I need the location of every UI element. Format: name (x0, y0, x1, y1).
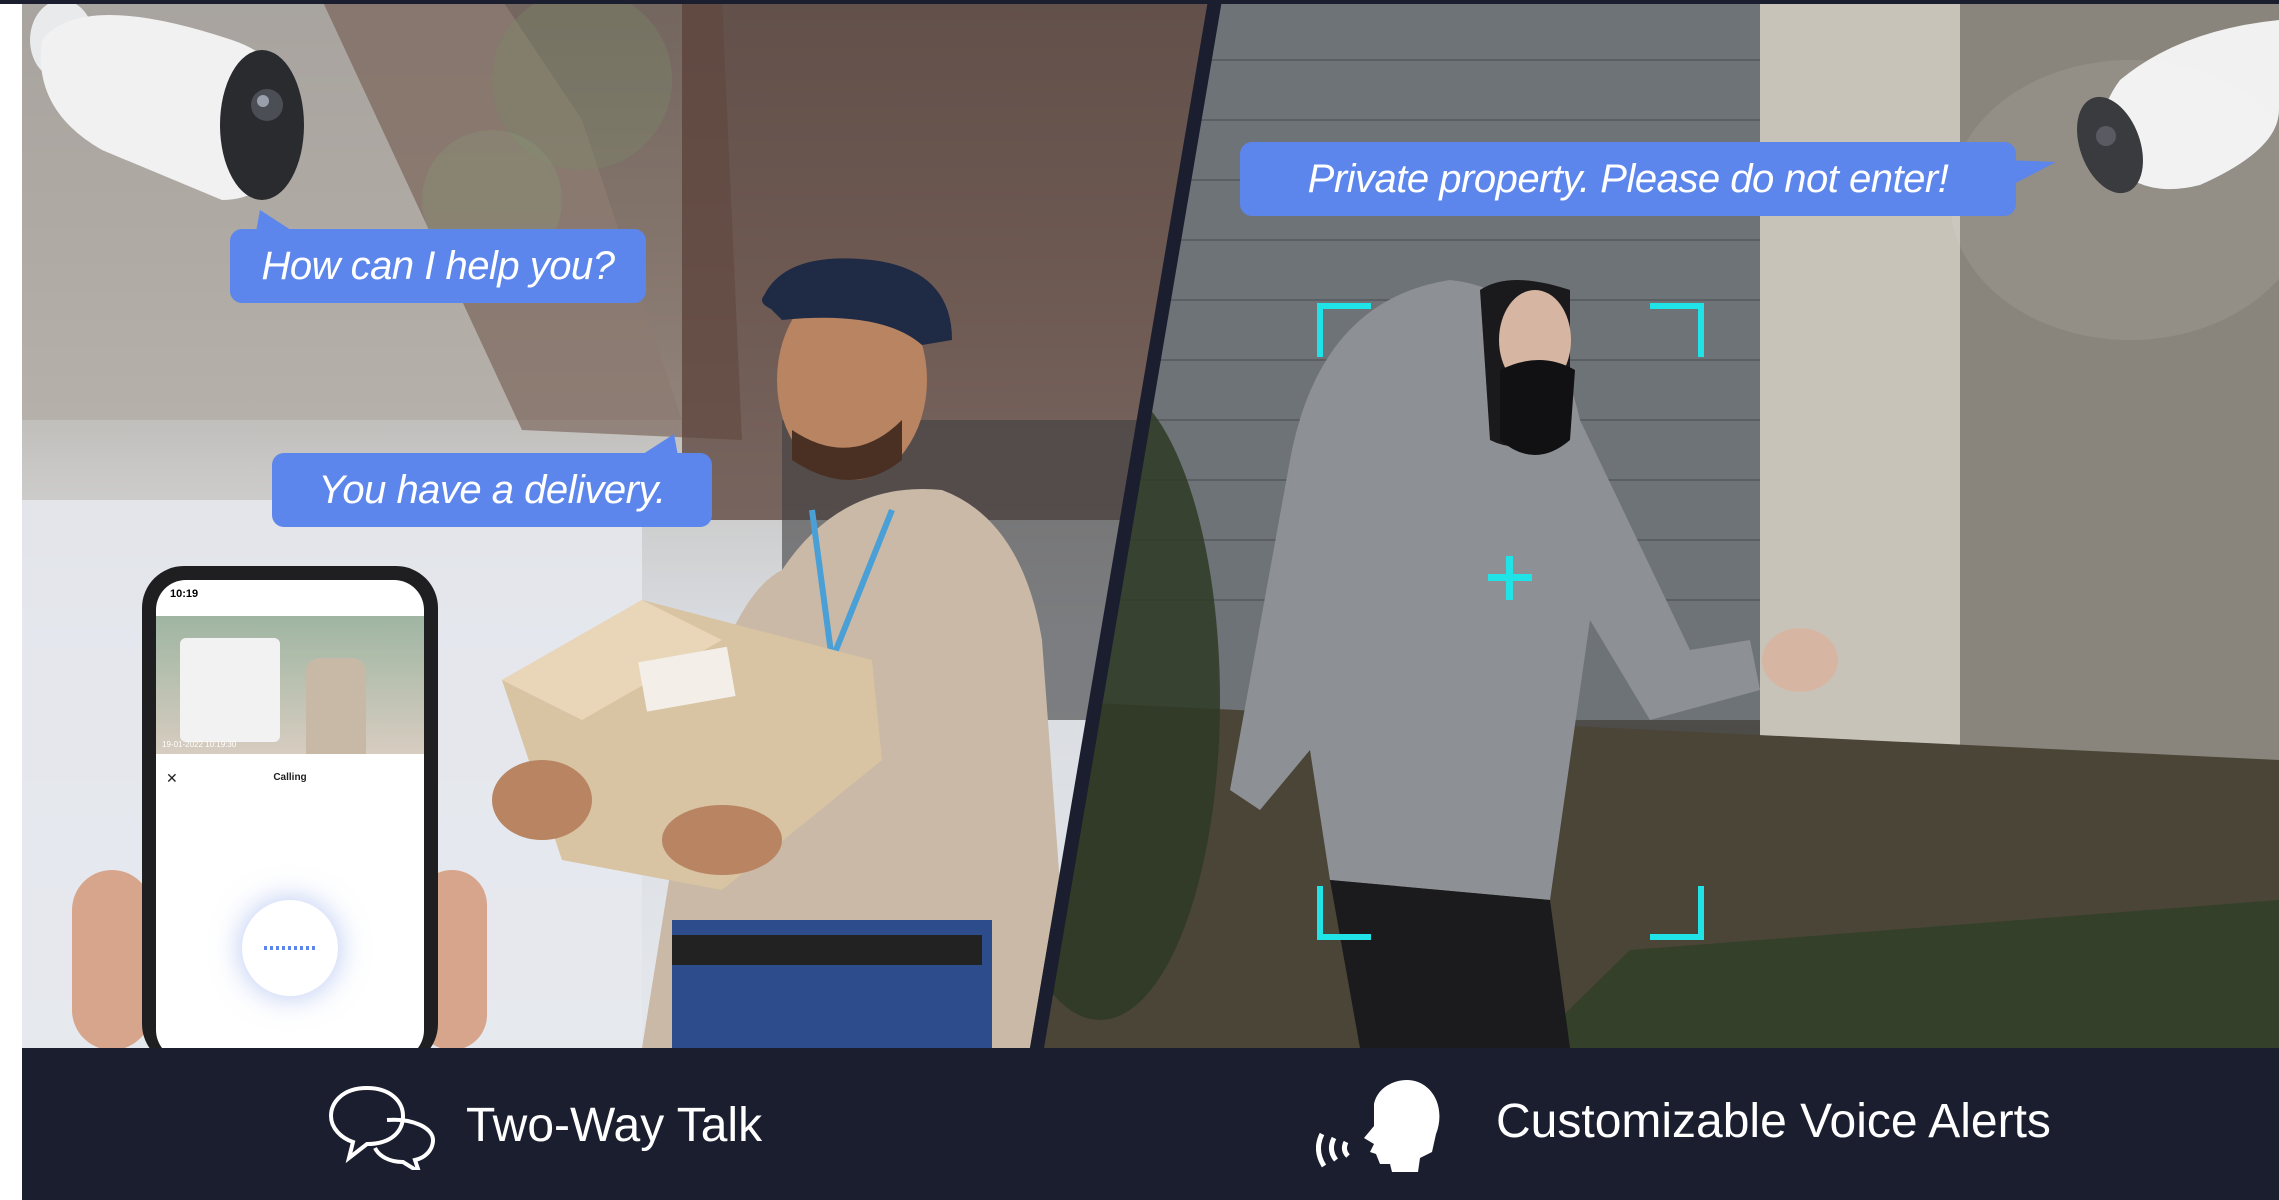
bubble-alert-tail (2006, 160, 2056, 188)
phone-time: 10:19 (170, 588, 199, 600)
bubble-delivery-text: You have a delivery. (318, 467, 666, 512)
detection-corner-tr (1650, 303, 1704, 357)
calling-label: Calling (273, 772, 307, 783)
bubble-help-tail (256, 210, 294, 232)
bubble-alert-text: Private property. Please do not enter! (1307, 156, 1949, 201)
speech-bubble-delivery: You have a delivery. (272, 453, 712, 527)
speaking-head-icon (1316, 1080, 1440, 1172)
phone-live-view: 19-01-2022 10:19:30 (156, 616, 424, 754)
video-timestamp: 19-01-2022 10:19:30 (162, 740, 237, 749)
van-thumbnail (180, 638, 280, 742)
hand (72, 870, 152, 1048)
chat-bubbles-icon (328, 1085, 436, 1170)
speech-bubble-alert: Private property. Please do not enter! (1240, 142, 2016, 216)
speech-bubble-help: How can I help you? (230, 229, 646, 303)
smartphone: 10:19 19-01-2022 10:19:30 ✕ Calling (142, 566, 438, 1048)
detection-corner-bl (1317, 886, 1371, 940)
detection-corner-tl (1317, 303, 1371, 357)
waveform-icon (264, 946, 316, 950)
promo-image: 10:19 19-01-2022 10:19:30 ✕ Calling How … (0, 0, 2279, 1200)
voice-call-button[interactable] (242, 900, 338, 996)
crosshair-icon (1488, 556, 1532, 600)
phone-screen: 10:19 19-01-2022 10:19:30 ✕ Calling (156, 580, 424, 1048)
detection-corner-br (1650, 886, 1704, 940)
bubble-help-text: How can I help you? (261, 243, 615, 288)
two-way-talk-label: Two-Way Talk (466, 1099, 763, 1152)
person-thumbnail (306, 658, 366, 754)
bubble-delivery-tail (640, 434, 678, 456)
voice-alerts-label: Customizable Voice Alerts (1496, 1095, 2051, 1148)
